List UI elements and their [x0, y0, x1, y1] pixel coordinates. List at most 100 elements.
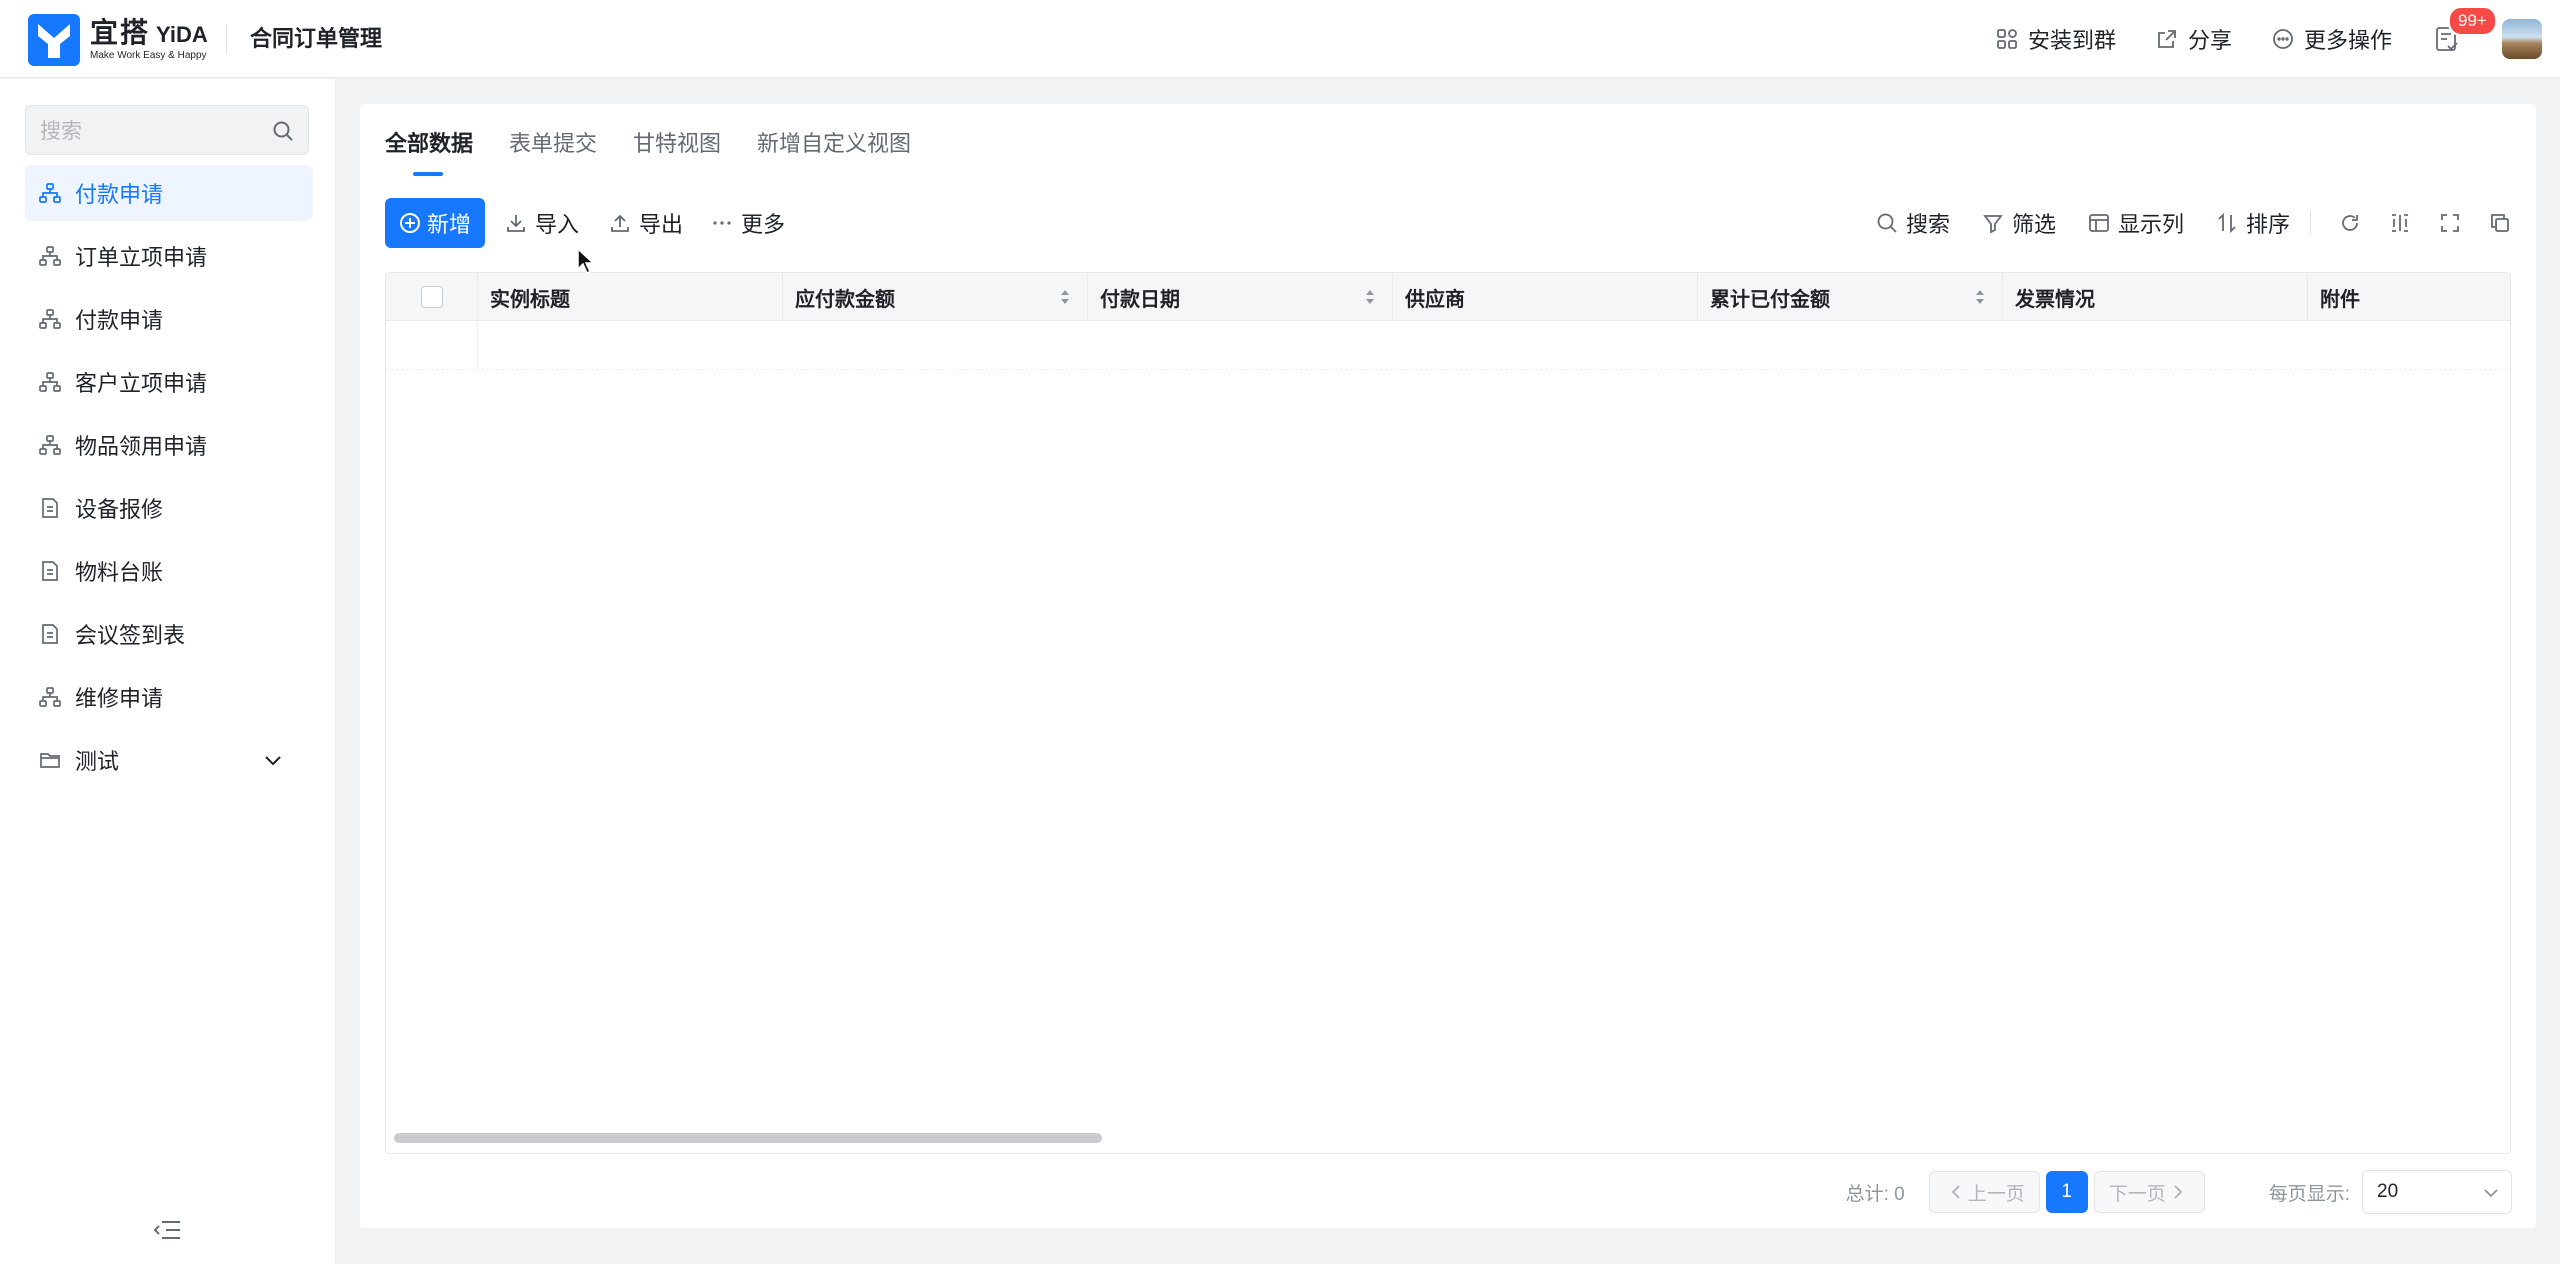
- column-header[interactable]: 附件: [2308, 273, 2510, 321]
- download-icon: [507, 215, 525, 232]
- column-header[interactable]: 应付款金额: [783, 273, 1088, 321]
- logo-cn-text: 宜搭: [90, 17, 151, 48]
- sort-label: 排序: [2245, 212, 2290, 237]
- flow-icon: [39, 183, 61, 203]
- mouse-cursor-icon: [577, 248, 595, 274]
- import-button[interactable]: 导入: [505, 198, 579, 248]
- column-header[interactable]: 供应商: [1393, 273, 1698, 321]
- column-header-label: 实例标题: [490, 288, 570, 311]
- more-circle-icon: [2273, 29, 2293, 49]
- sidebar-search-input[interactable]: 搜索: [25, 105, 309, 155]
- search-placeholder: 搜索: [40, 120, 82, 143]
- row-select-cell: [386, 322, 478, 370]
- sidebar-item-label: 设备报修: [75, 497, 164, 522]
- sidebar-item-label: 测试: [75, 749, 120, 774]
- flow-icon: [39, 246, 61, 266]
- select-all-checkbox[interactable]: [420, 286, 443, 308]
- fullscreen-button[interactable]: [2439, 212, 2461, 234]
- column-header-label: 供应商: [1405, 288, 1465, 311]
- sidebar-item-equipment-repair[interactable]: 设备报修: [25, 480, 313, 536]
- sidebar-item-test-folder[interactable]: 测试: [25, 732, 313, 788]
- pagination: 总计: 0 上一页 1 下一页 每页显示: 20: [1846, 1170, 2512, 1214]
- share-icon: [2158, 30, 2176, 48]
- collapse-menu-icon: [153, 1221, 180, 1239]
- user-avatar[interactable]: [2502, 19, 2542, 59]
- search-icon: [273, 121, 293, 141]
- sidebar-item-meeting-signin[interactable]: 会议签到表: [25, 606, 313, 662]
- add-button[interactable]: 新增: [385, 198, 485, 248]
- columns-icon: [2089, 214, 2109, 232]
- filter-label: 筛选: [2011, 212, 2056, 237]
- copy-button[interactable]: [2489, 212, 2511, 234]
- flow-icon: [39, 435, 61, 455]
- yida-logo[interactable]: 宜搭 YiDA Make Work Easy & Happy: [28, 14, 208, 66]
- share-button[interactable]: 分享: [2156, 23, 2232, 55]
- chevron-down-icon[interactable]: [261, 748, 285, 772]
- next-page-button[interactable]: 下一页: [2093, 1171, 2205, 1213]
- refresh-button[interactable]: [2339, 212, 2361, 234]
- column-header[interactable]: 累计已付金额: [1698, 273, 2003, 321]
- collapse-sidebar-button[interactable]: [152, 1219, 182, 1246]
- sort-arrows-icon[interactable]: [1059, 289, 1071, 305]
- refresh-icon: [2342, 215, 2358, 231]
- import-label: 导入: [535, 212, 580, 237]
- flow-icon: [39, 372, 61, 392]
- logo-tagline: Make Work Easy & Happy: [90, 50, 207, 61]
- sort-arrows-icon[interactable]: [1364, 289, 1376, 305]
- sidebar-item-material-ledger[interactable]: 物料台账: [25, 543, 313, 599]
- add-label: 新增: [426, 212, 471, 237]
- sidebar-item-label: 物料台账: [75, 560, 164, 585]
- filter-button[interactable]: 筛选: [1982, 207, 2056, 239]
- column-header[interactable]: 发票情况: [2003, 273, 2308, 321]
- app-title: 合同订单管理: [250, 26, 383, 51]
- sidebar-item-label: 物品领用申请: [75, 434, 208, 459]
- column-header[interactable]: 付款日期: [1088, 273, 1393, 321]
- more-actions-button[interactable]: 更多操作: [2272, 23, 2392, 55]
- search-button[interactable]: 搜索: [1876, 207, 1950, 239]
- sidebar-item-order-project[interactable]: 订单立项申请: [25, 228, 313, 284]
- tab-all-data[interactable]: 全部数据: [385, 124, 473, 176]
- sort-arrows-icon[interactable]: [1974, 289, 1986, 305]
- form-icon: [42, 561, 58, 581]
- total-count: 总计: 0: [1845, 1183, 1905, 1205]
- todo-button[interactable]: 99+: [2432, 6, 2497, 54]
- tab-gantt-view[interactable]: 甘特视图: [633, 124, 721, 164]
- chevron-right-icon: [2174, 1185, 2183, 1199]
- data-table: 实例标题 应付款金额 付款日期 供应商 累计已付金额 发票情况 附件: [385, 272, 2511, 1154]
- tab-add-custom-view[interactable]: 新增自定义视图: [757, 124, 911, 164]
- tab-form-submit[interactable]: 表单提交: [509, 124, 597, 164]
- export-button[interactable]: 导出: [609, 198, 683, 248]
- sidebar: 搜索 付款申请 订单立项申请 付款申请 客户立项申请 物品领用申请 设备报修 物…: [0, 79, 336, 1264]
- sidebar-item-label: 付款申请: [75, 182, 164, 207]
- sidebar-item-customer-project[interactable]: 客户立项申请: [25, 354, 313, 410]
- search-label: 搜索: [1905, 212, 1950, 237]
- more-button[interactable]: 更多: [711, 198, 785, 248]
- row-height-icon: [2392, 214, 2408, 232]
- column-header-label: 发票情况: [2015, 288, 2095, 311]
- sidebar-item-label: 订单立项申请: [75, 245, 208, 270]
- prev-page-button[interactable]: 上一页: [1928, 1171, 2040, 1213]
- prev-page-label: 上一页: [1967, 1183, 2025, 1205]
- page-number-current[interactable]: 1: [2045, 1171, 2088, 1213]
- install-to-group-button[interactable]: 安装到群: [1996, 23, 2116, 55]
- per-page-label: 每页显示:: [2268, 1183, 2350, 1205]
- flow-icon: [39, 687, 61, 707]
- sort-button[interactable]: 排序: [2216, 207, 2290, 239]
- sidebar-item-payment-request[interactable]: 付款申请: [25, 165, 313, 221]
- sidebar-item-item-requisition[interactable]: 物品领用申请: [25, 417, 313, 473]
- yida-logo-icon: [28, 14, 80, 66]
- folder-icon: [40, 753, 60, 768]
- column-header[interactable]: 实例标题: [478, 273, 783, 321]
- header-divider: [226, 24, 227, 54]
- horizontal-scrollbar[interactable]: [394, 1133, 1102, 1143]
- per-page-select[interactable]: 20: [2362, 1170, 2512, 1214]
- sidebar-item-payment-request-2[interactable]: 付款申请: [25, 291, 313, 347]
- select-all-cell: [386, 273, 478, 321]
- chevron-down-icon: [2484, 1189, 2498, 1198]
- plus-circle-icon: [399, 213, 420, 233]
- more-actions-label: 更多操作: [2303, 28, 2392, 53]
- logo-en-text: YiDA: [156, 22, 208, 47]
- show-columns-button[interactable]: 显示列: [2088, 207, 2184, 239]
- row-height-button[interactable]: [2389, 212, 2411, 234]
- sidebar-item-repair-request[interactable]: 维修申请: [25, 669, 313, 725]
